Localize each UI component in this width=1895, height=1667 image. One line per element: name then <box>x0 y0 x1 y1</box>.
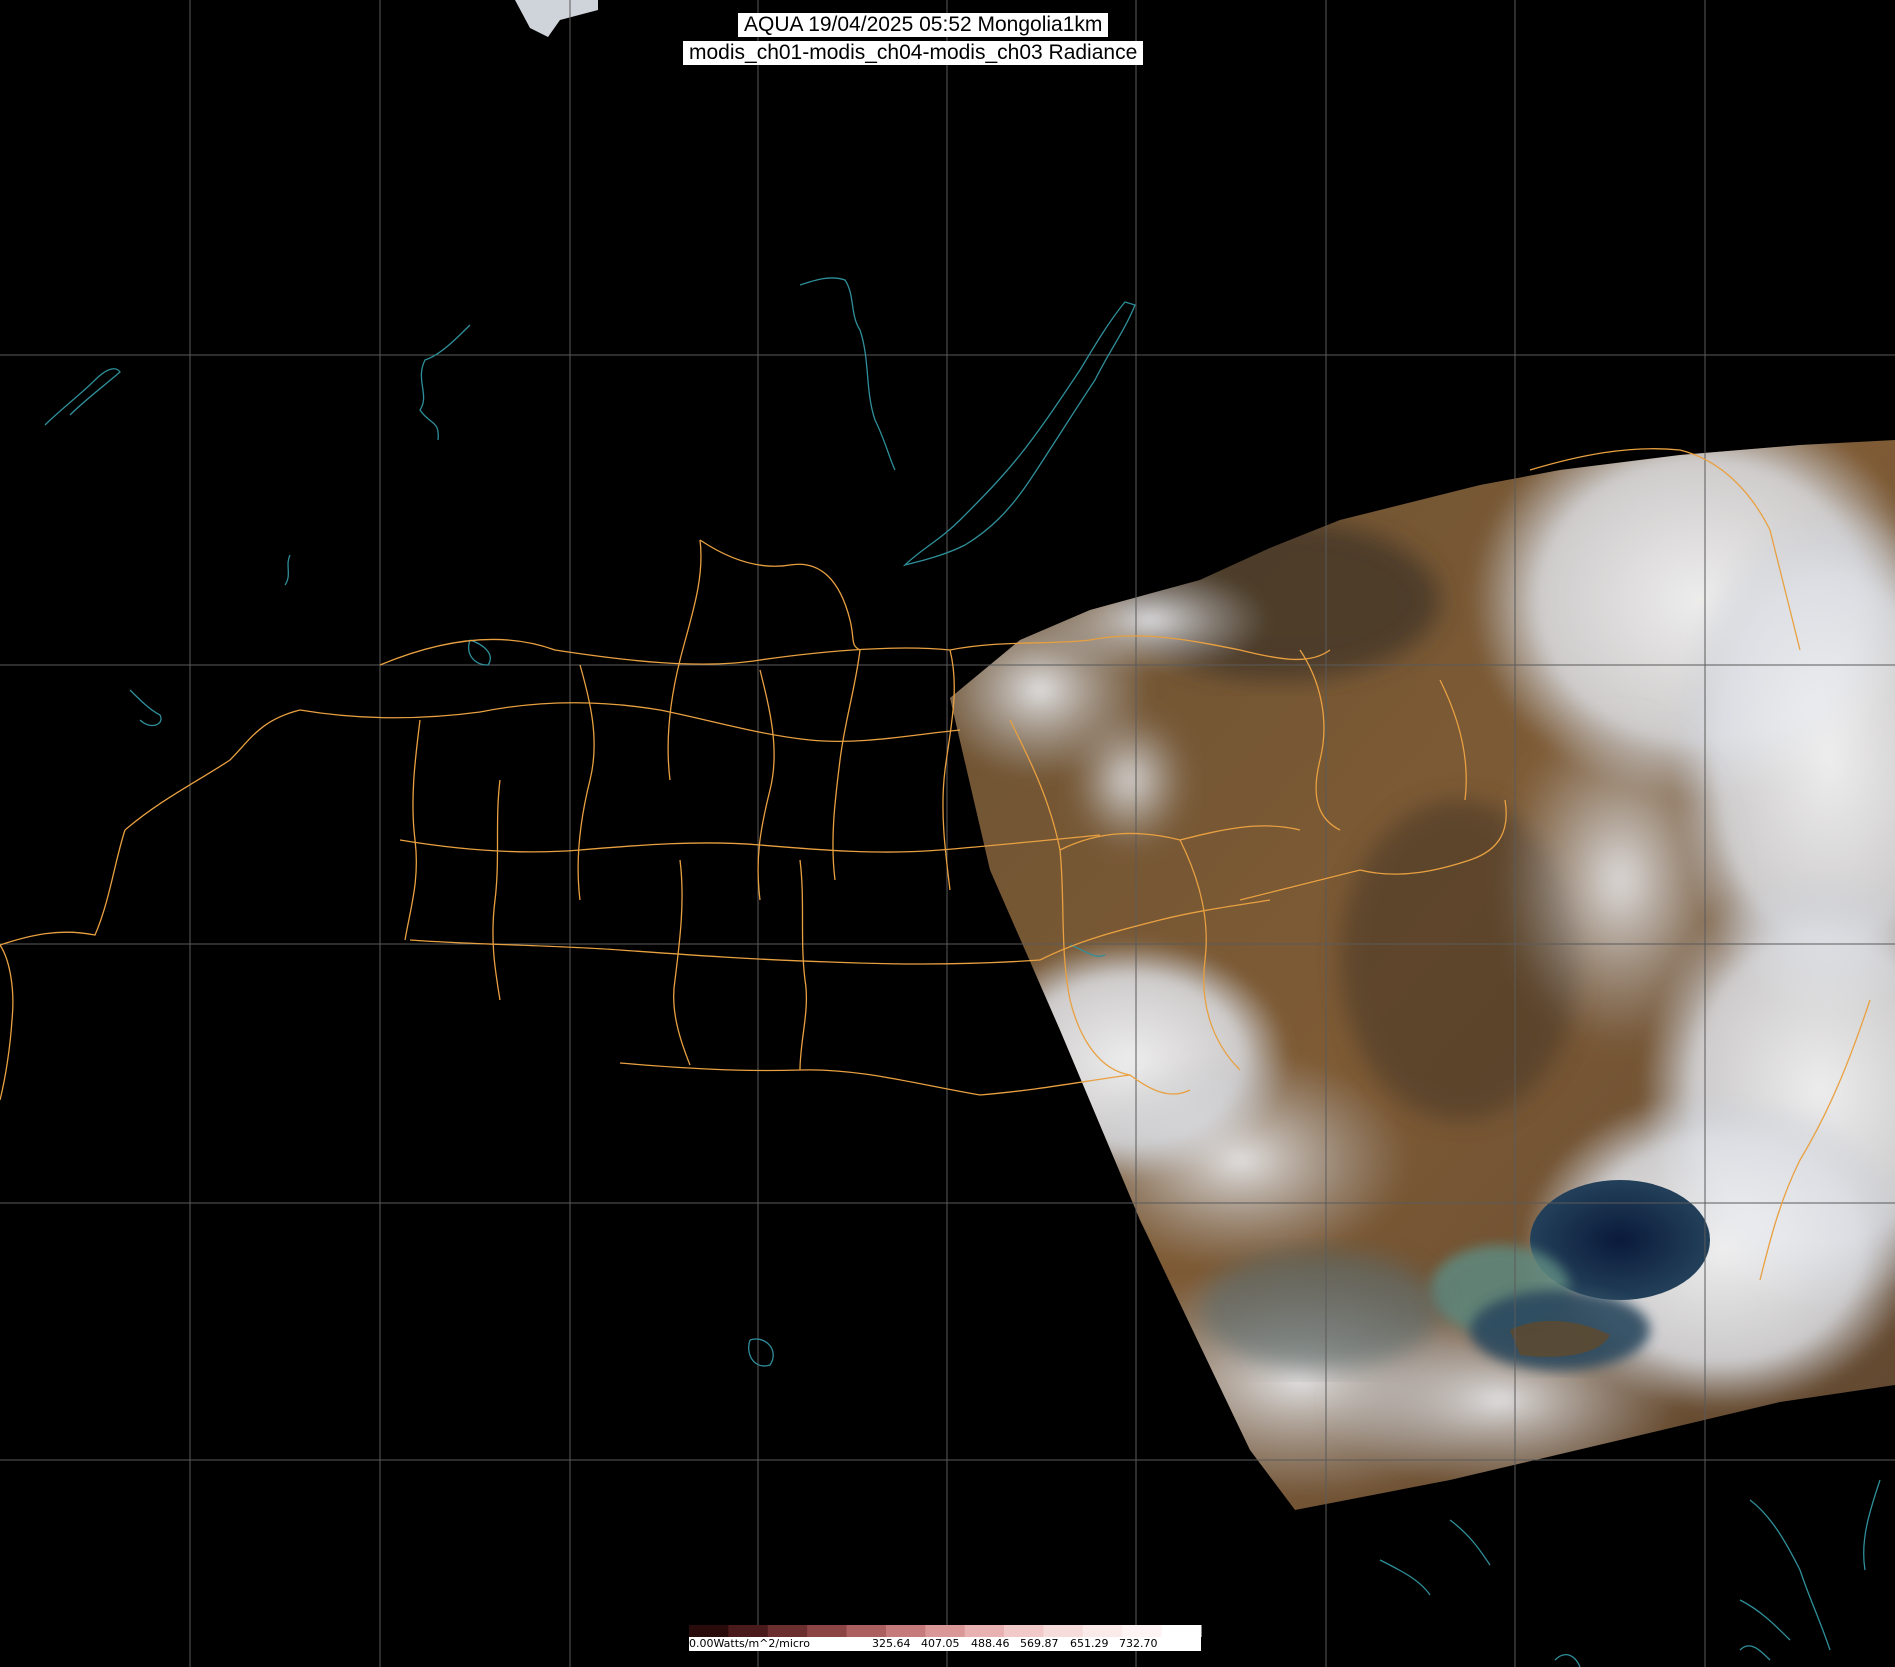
colorbar-swatch <box>1043 1625 1084 1637</box>
colorbar-swatch <box>689 1625 729 1637</box>
colorbar-swatch <box>925 1625 966 1637</box>
colorbar-swatch <box>964 1625 1005 1637</box>
colorbar-tick-label: 488.46 <box>971 1637 1010 1650</box>
colorbar-swatch <box>767 1625 808 1637</box>
colorbar-swatch <box>728 1625 769 1637</box>
satellite-map: AQUA 19/04/2025 05:52 Mongolia1km modis_… <box>0 0 1895 1667</box>
satellite-swath <box>950 440 1895 1510</box>
colorbar-labels: 0.00Watts/m^2/micro 325.64 407.05 488.46… <box>689 1637 1201 1651</box>
colorbar-tick-label: 651.29 <box>1070 1637 1109 1650</box>
title-line-1: AQUA 19/04/2025 05:52 Mongolia1km <box>738 13 1109 37</box>
colorbar-swatch <box>846 1625 887 1637</box>
swath-fragment <box>515 0 598 37</box>
colorbar-swatch <box>1161 1625 1202 1637</box>
colorbar-swatch <box>1004 1625 1044 1637</box>
colorbar-swatch <box>1122 1625 1163 1637</box>
map-canvas <box>0 0 1895 1667</box>
colorbar-swatch <box>885 1625 926 1637</box>
title-line-2: modis_ch01-modis_ch04-modis_ch03 Radianc… <box>683 41 1144 65</box>
colorbar-swatch <box>807 1625 848 1637</box>
colorbar-swatch <box>1082 1625 1123 1637</box>
colorbar-unit-label: 0.00Watts/m^2/micro <box>689 1637 810 1650</box>
colorbar-tick-label: 569.87 <box>1020 1637 1059 1650</box>
colorbar-tick-label: 325.64 <box>872 1637 911 1650</box>
colorbar <box>689 1625 1202 1637</box>
colorbar-tick-label: 407.05 <box>921 1637 960 1650</box>
colorbar-tick-label: 732.70 <box>1119 1637 1158 1650</box>
